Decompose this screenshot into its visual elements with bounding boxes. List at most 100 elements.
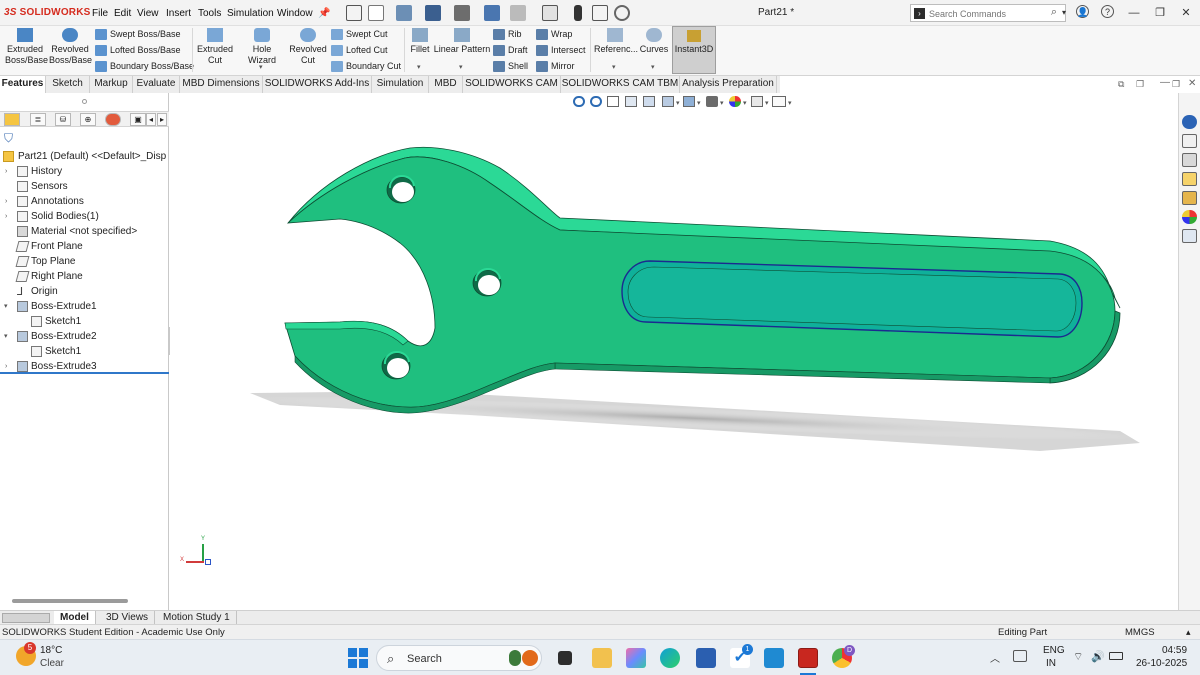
menu-window[interactable]: Window: [277, 8, 313, 19]
tab-scroll-arrows[interactable]: [2, 613, 50, 623]
scenes-icon[interactable]: [1182, 210, 1197, 224]
linear-pattern-dropdown-icon[interactable]: ▾: [459, 63, 463, 71]
battery-icon[interactable]: [1109, 652, 1123, 660]
rib-button[interactable]: Rib: [493, 27, 522, 41]
swept-cut-button[interactable]: Swept Cut: [331, 27, 388, 41]
task-view-icon[interactable]: [558, 651, 572, 665]
filter-icon[interactable]: ⛉: [4, 131, 13, 146]
expand-icon[interactable]: ›: [5, 359, 13, 374]
custom-properties-icon[interactable]: [1182, 229, 1197, 243]
redo-icon[interactable]: [510, 5, 526, 21]
design-library-icon[interactable]: [1182, 134, 1197, 148]
collapse-icon[interactable]: ▾: [4, 299, 12, 314]
tab-motion-study[interactable]: Motion Study 1: [157, 611, 237, 625]
dimxpert-tab-icon[interactable]: ⊕: [80, 113, 96, 126]
tab-solidworks-addins[interactable]: SOLIDWORKS Add-Ins: [263, 76, 372, 93]
tab-sketch[interactable]: Sketch: [46, 76, 90, 93]
cam-tab-icon[interactable]: ▣: [130, 113, 146, 126]
menu-view[interactable]: View: [137, 8, 159, 19]
restore-icon[interactable]: ❐: [1152, 5, 1168, 21]
revolved-boss-button[interactable]: Revolved Boss/Base: [49, 28, 92, 66]
draft-button[interactable]: Draft: [493, 43, 528, 57]
expand-icon[interactable]: ›: [5, 209, 13, 224]
reference-dropdown-icon[interactable]: ▾: [612, 63, 616, 71]
property-manager-tab-icon[interactable]: ≣: [30, 113, 46, 126]
menu-insert[interactable]: Insert: [166, 8, 191, 19]
new-document-icon[interactable]: [368, 5, 384, 21]
volume-icon[interactable]: 🔊: [1091, 650, 1105, 663]
pin-icon[interactable]: 📌: [318, 8, 330, 19]
undo-icon[interactable]: [484, 5, 500, 21]
print-icon[interactable]: [454, 5, 470, 21]
shell-button[interactable]: Shell: [493, 59, 528, 73]
hole-wizard-button[interactable]: Hole Wizard: [238, 28, 286, 66]
appearances-icon[interactable]: [1182, 191, 1197, 205]
vscode-app-icon[interactable]: [764, 648, 784, 668]
scroll-right-icon[interactable]: ▸: [157, 113, 167, 126]
tab-evaluate[interactable]: Evaluate: [133, 76, 180, 93]
boundary-cut-button[interactable]: Boundary Cut: [331, 59, 401, 73]
tab-solidworks-cam-tbm[interactable]: SOLIDWORKS CAM TBM: [561, 76, 680, 93]
language-region-text[interactable]: IN: [1046, 658, 1056, 669]
tab-simulation[interactable]: Simulation: [372, 76, 429, 93]
tab-markup[interactable]: Markup: [90, 76, 133, 93]
save-icon[interactable]: [425, 5, 441, 21]
menu-file[interactable]: File: [92, 8, 108, 19]
linear-pattern-button[interactable]: Linear Pattern: [433, 28, 491, 55]
open-icon[interactable]: [396, 5, 412, 21]
configuration-manager-tab-icon[interactable]: ⛁: [55, 113, 71, 126]
solidworks-resources-icon[interactable]: [1182, 115, 1197, 129]
feature-manager-tab-icon[interactable]: [4, 113, 20, 126]
mirror-button[interactable]: Mirror: [536, 59, 575, 73]
curves-dropdown-icon[interactable]: ▾: [651, 63, 655, 71]
revolved-cut-button[interactable]: Revolved Cut: [289, 28, 327, 66]
sync-icon[interactable]: [1013, 650, 1027, 662]
help-icon[interactable]: ?: [1101, 5, 1114, 18]
options-gear-icon[interactable]: [614, 5, 630, 21]
status-expand-icon[interactable]: ▴: [1186, 627, 1191, 638]
traffic-light-icon[interactable]: [574, 5, 582, 21]
boundary-boss-button[interactable]: Boundary Boss/Base: [95, 59, 194, 73]
intersect-button[interactable]: Intersect: [536, 43, 586, 57]
doc-minimize-icon[interactable]: —: [1160, 77, 1170, 88]
search-input[interactable]: [929, 6, 1049, 21]
language-text[interactable]: ENG: [1043, 645, 1065, 656]
reference-geometry-button[interactable]: Referenc...: [594, 28, 638, 55]
instant3d-button[interactable]: Instant3D: [672, 26, 716, 74]
tab-model[interactable]: Model: [54, 611, 96, 625]
tile-icon[interactable]: ⧉: [1118, 79, 1124, 90]
search-dropdown-icon[interactable]: ▾: [1056, 5, 1072, 21]
fillet-dropdown-icon[interactable]: ▾: [417, 63, 421, 71]
swept-boss-button[interactable]: Swept Boss/Base: [95, 27, 181, 41]
search-commands[interactable]: › ⌕: [910, 4, 1066, 22]
user-icon[interactable]: 👤: [1076, 5, 1089, 18]
expand-icon[interactable]: ›: [5, 194, 13, 209]
units-selector[interactable]: MMGS: [1125, 627, 1155, 638]
tree-item-boss-extrude3[interactable]: › Boss-Extrude3: [0, 359, 169, 374]
solidworks-logo[interactable]: 3S SOLIDWORKS: [4, 7, 91, 18]
select-icon[interactable]: [542, 5, 558, 21]
doc-restore-icon[interactable]: ❐: [1172, 79, 1180, 90]
tab-3d-views[interactable]: 3D Views: [100, 611, 156, 625]
clock-date[interactable]: 26-10-2025: [1136, 658, 1187, 669]
menu-edit[interactable]: Edit: [114, 8, 131, 19]
copilot-app-icon[interactable]: [626, 648, 646, 668]
solidworks-app-icon[interactable]: [798, 648, 818, 668]
wrap-button[interactable]: Wrap: [536, 27, 572, 41]
collapse-icon[interactable]: ▾: [4, 329, 12, 344]
extruded-boss-button[interactable]: Extruded Boss/Base: [5, 28, 48, 66]
tab-solidworks-cam[interactable]: SOLIDWORKS CAM: [463, 76, 561, 93]
extruded-cut-button[interactable]: Extruded Cut: [196, 28, 234, 66]
file-explorer-icon[interactable]: [1182, 153, 1197, 167]
tab-analysis-preparation[interactable]: Analysis Preparation: [680, 76, 777, 93]
tab-mbd-dimensions[interactable]: MBD Dimensions: [180, 76, 263, 93]
tab-features[interactable]: Features: [0, 76, 46, 93]
wifi-icon[interactable]: ⌔: [1073, 650, 1083, 664]
file-properties-icon[interactable]: [592, 5, 608, 21]
float-icon[interactable]: ❐: [1136, 79, 1144, 90]
edge-app-icon[interactable]: [660, 648, 680, 668]
home-icon[interactable]: [346, 5, 362, 21]
taskbar-search[interactable]: ⌕ Search: [376, 645, 542, 671]
file-explorer-app-icon[interactable]: [592, 648, 612, 668]
minimize-icon[interactable]: —: [1126, 5, 1142, 21]
